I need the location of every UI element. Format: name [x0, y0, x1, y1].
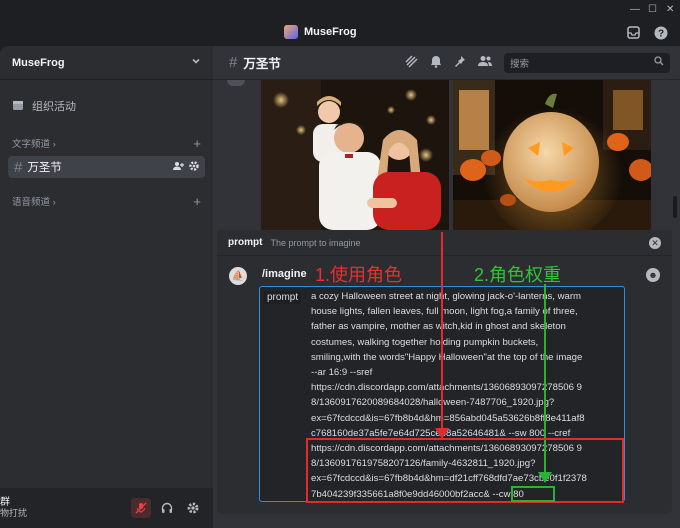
channel-item-halloween[interactable]: # 万圣节 [8, 156, 205, 178]
svg-text:?: ? [658, 29, 664, 40]
prompt-option-chip: prompt [264, 291, 302, 304]
mute-mic-icon[interactable] [131, 498, 151, 518]
channel-title: 万圣节 [243, 57, 281, 71]
channel-header: # 万圣节 搜索 [213, 46, 680, 80]
user-status: 物打扰 [0, 508, 28, 518]
invite-icon[interactable] [173, 161, 184, 174]
text-channels-category[interactable]: 文字频道 › + [0, 132, 213, 154]
author-avatar[interactable] [227, 80, 245, 86]
family-photo[interactable] [261, 80, 449, 230]
user-info[interactable]: 群 物打扰 [0, 497, 27, 519]
chevron-down-icon[interactable] [191, 56, 201, 69]
category-label: 文字频道 [12, 139, 51, 150]
annotation-arrow-red [441, 232, 443, 432]
minimize-icon[interactable]: — [630, 4, 640, 15]
bell-icon[interactable] [430, 55, 442, 71]
user-name: 群 [0, 497, 10, 508]
events-item[interactable]: 组织活动 [0, 94, 213, 118]
members-icon[interactable] [478, 55, 492, 71]
events-label: 组织活动 [32, 101, 76, 113]
search-icon [654, 56, 664, 69]
gear-icon[interactable] [189, 160, 199, 174]
app-title: MuseFrog [284, 25, 357, 39]
annotation-character-weight: 2.角色权重 [474, 265, 562, 285]
add-channel-icon[interactable]: + [193, 136, 201, 151]
close-icon[interactable]: ✕ [649, 236, 661, 249]
channel-sidebar: MuseFrog 组织活动 文字频道 › + # 万圣节 语音频道 › + 群 … [0, 46, 213, 528]
maximize-icon[interactable]: ☐ [648, 4, 657, 15]
emoji-icon[interactable]: ☻ [646, 268, 660, 282]
search-placeholder: 搜索 [510, 58, 530, 70]
title-bar: — ☐ ✕ MuseFrog ? [0, 0, 680, 46]
chevron-right-icon: › [52, 139, 56, 150]
inbox-icon[interactable] [626, 26, 640, 40]
server-header[interactable]: MuseFrog [0, 46, 213, 80]
app-title-text: MuseFrog [304, 26, 357, 38]
channel-label: 万圣节 [27, 162, 62, 174]
annotation-use-character: 1.使用角色 [315, 265, 403, 285]
hash-icon: # [14, 158, 23, 176]
threads-icon[interactable] [405, 54, 418, 71]
command-option-name: prompt [228, 237, 263, 248]
voice-channels-category[interactable]: 语音频道 › + [0, 190, 213, 212]
calendar-icon [12, 99, 24, 114]
settings-gear-icon[interactable] [183, 498, 203, 518]
pin-icon[interactable] [454, 55, 466, 71]
user-panel: 群 物打扰 [0, 488, 213, 528]
app-logo-icon [284, 25, 298, 39]
annotation-cw-highlight [511, 486, 555, 502]
help-icon[interactable]: ? [654, 26, 668, 40]
search-input[interactable]: 搜索 [504, 52, 670, 73]
annotation-cref-highlight [306, 438, 624, 503]
command-hint-bar: prompt The prompt to imagine ✕ [217, 230, 672, 256]
jack-o-lantern-image[interactable] [453, 80, 651, 230]
slash-command: /imagine [262, 268, 307, 280]
close-window-icon[interactable]: ✕ [666, 4, 674, 15]
hash-icon: # [229, 54, 238, 71]
headphones-icon[interactable] [157, 498, 177, 518]
bot-avatar: ⛵ [229, 267, 247, 285]
category-label: 语音频道 [12, 197, 51, 208]
chevron-right-icon: › [52, 197, 56, 208]
server-name: MuseFrog [12, 56, 65, 69]
command-option-description: The prompt to imagine [270, 237, 361, 248]
scrollbar[interactable] [673, 196, 677, 218]
add-channel-icon[interactable]: + [193, 194, 201, 209]
